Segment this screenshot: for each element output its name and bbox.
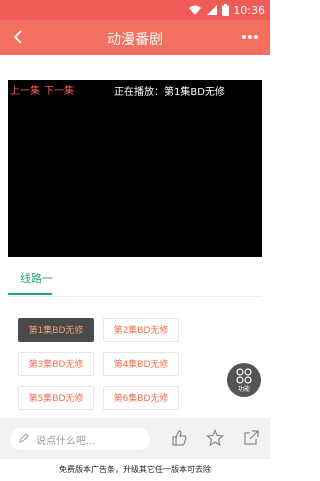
now-playing: 正在播放： 第1集BD无修 <box>114 83 225 98</box>
episode-button-4[interactable]: 第4集BD无修 <box>103 352 179 376</box>
wifi-icon <box>188 4 202 16</box>
like-icon[interactable] <box>170 429 188 447</box>
episode-button-2[interactable]: 第2集BD无修 <box>103 318 179 342</box>
function-button[interactable]: 功能 <box>227 363 261 397</box>
episode-button-1[interactable]: 第1集BD无修 <box>18 318 94 342</box>
status-time: 10:36 <box>233 3 265 17</box>
now-playing-title: 第1集BD无修 <box>164 87 225 98</box>
episode-button-6[interactable]: 第6集BD无修 <box>103 386 179 410</box>
page-title: 动漫番剧 <box>107 32 163 48</box>
comment-placeholder: 说点什么吧... <box>36 435 96 447</box>
tab-line-1[interactable]: 线路一 <box>20 270 53 286</box>
battery-icon <box>222 4 230 16</box>
video-player[interactable]: 上一集 下一集 正在播放： 第1集BD无修 <box>8 80 262 257</box>
status-bar: 10:36 <box>0 0 270 20</box>
comment-input[interactable]: 说点什么吧... <box>10 428 150 450</box>
comment-bar: 说点什么吧... <box>0 418 270 458</box>
share-icon[interactable] <box>242 429 260 447</box>
grid-icon <box>236 368 252 384</box>
app-bar: 动漫番剧 <box>0 20 270 55</box>
tab-underline <box>8 293 52 295</box>
prev-episode-link[interactable]: 上一集 <box>10 82 40 97</box>
next-episode-link[interactable]: 下一集 <box>44 82 74 97</box>
function-label: 功能 <box>237 386 250 393</box>
now-playing-prefix: 正在播放： <box>114 87 164 98</box>
episode-button-5[interactable]: 第5集BD无修 <box>18 386 94 410</box>
signal-icon <box>206 4 218 16</box>
episode-button-3[interactable]: 第3集BD无修 <box>18 352 94 376</box>
more-icon[interactable] <box>238 26 262 48</box>
source-tabs: 线路一 <box>8 266 262 297</box>
star-icon[interactable] <box>205 428 225 447</box>
ad-banner: 免费版本广告条，升级其它任一版本可去除 <box>0 458 270 481</box>
edit-icon <box>18 432 30 447</box>
episode-nav: 上一集 下一集 <box>10 82 74 97</box>
